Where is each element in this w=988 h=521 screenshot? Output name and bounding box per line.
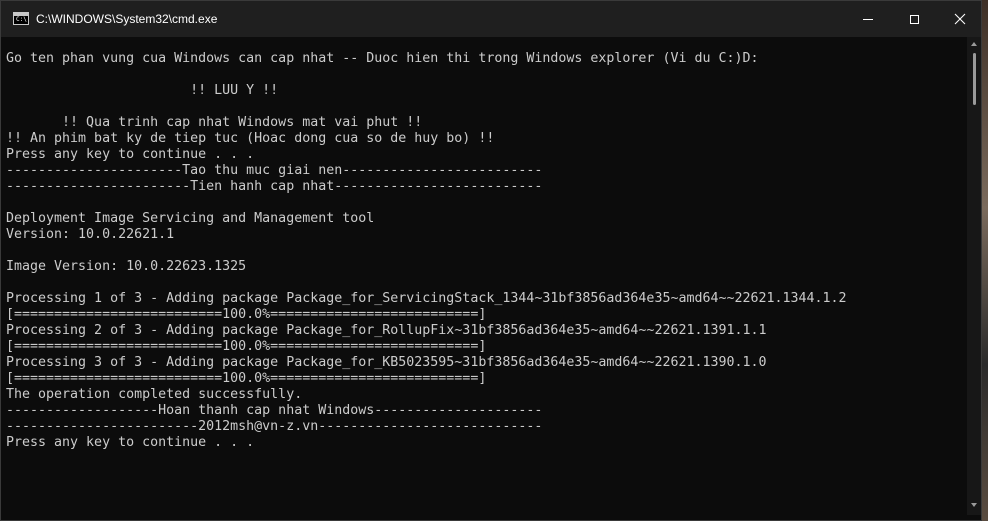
window-title: C:\WINDOWS\System32\cmd.exe <box>36 12 218 26</box>
console-line: Go ten phan vung cua Windows can cap nha… <box>6 51 759 66</box>
console-line: -----------------------Tien hanh cap nha… <box>6 179 543 194</box>
vertical-scrollbar[interactable] <box>967 37 981 515</box>
console-line: The operation completed successfully. <box>6 387 303 402</box>
console-line: Processing 1 of 3 - Adding package Packa… <box>6 291 847 306</box>
title-bar[interactable]: C:\ C:\WINDOWS\System32\cmd.exe <box>1 1 981 37</box>
minimize-icon <box>863 18 873 20</box>
console-line: -------------------Hoan thanh cap nhat W… <box>6 403 543 418</box>
scroll-up-arrow-icon[interactable] <box>971 42 977 46</box>
minimize-button[interactable] <box>845 1 891 37</box>
scrollbar-thumb[interactable] <box>973 53 976 105</box>
console-line: ------------------------2012msh@vn-z.vn-… <box>6 419 543 434</box>
console-line: Image Version: 10.0.22623.1325 <box>6 259 247 274</box>
console-line: Deployment Image Servicing and Managemen… <box>6 211 375 226</box>
desktop-background <box>982 0 988 521</box>
maximize-button[interactable] <box>891 1 937 37</box>
console-line: Processing 3 of 3 - Adding package Packa… <box>6 355 767 370</box>
close-button[interactable] <box>937 1 981 37</box>
console-line: Press any key to continue . . . <box>6 147 255 162</box>
console-line: [==========================100.0%=======… <box>6 339 487 354</box>
close-icon <box>954 13 966 25</box>
console-line: !! An phim bat ky de tiep tuc (Hoac dong… <box>6 131 495 146</box>
console-line: Version: 10.0.22621.1 <box>6 227 175 242</box>
console-line: !! LUU Y !! <box>6 83 279 98</box>
console-output[interactable]: Go ten phan vung cua Windows can cap nha… <box>6 51 964 513</box>
cmd-icon-prompt: C:\ <box>16 16 27 23</box>
console-line: Processing 2 of 3 - Adding package Packa… <box>6 323 767 338</box>
cmd-window: C:\ C:\WINDOWS\System32\cmd.exe Go ten p… <box>0 0 982 521</box>
console-line: ----------------------Tao thu muc giai n… <box>6 163 543 178</box>
console-line: [==========================100.0%=======… <box>6 307 487 322</box>
cmd-icon[interactable]: C:\ <box>13 12 29 25</box>
console-line: Press any key to continue . . . <box>6 435 255 450</box>
console-line: !! Qua trinh cap nhat Windows mat vai ph… <box>6 115 423 130</box>
maximize-icon <box>909 14 919 24</box>
console-line: [==========================100.0%=======… <box>6 371 487 386</box>
scroll-down-arrow-icon[interactable] <box>971 503 977 507</box>
